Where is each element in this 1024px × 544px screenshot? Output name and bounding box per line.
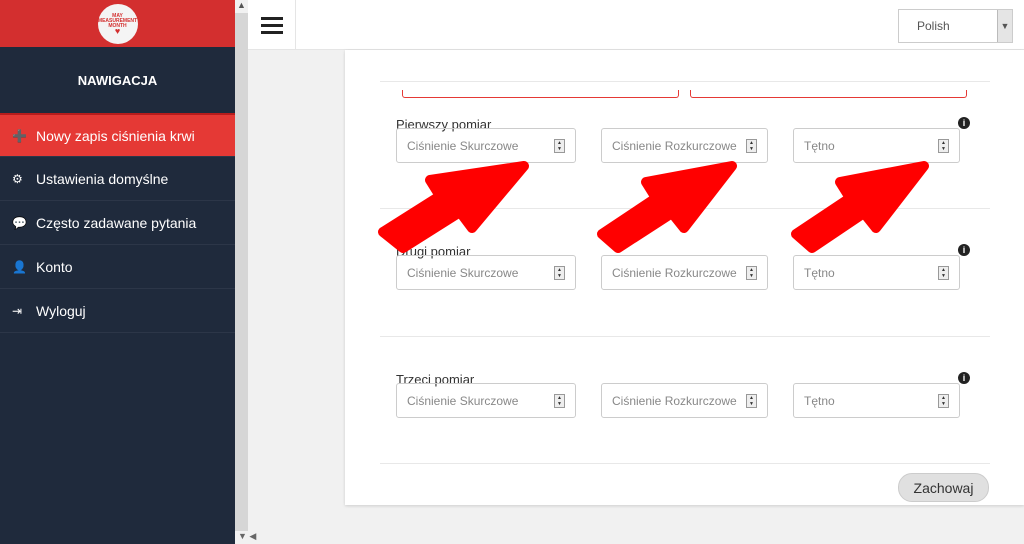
sidebar-item-label: Często zadawane pytania	[36, 214, 197, 231]
scroll-up-icon[interactable]: ▲	[235, 0, 248, 13]
nav-title: NAWIGACJA	[77, 72, 158, 88]
placeholder: Tętno	[804, 394, 835, 408]
info-icon[interactable]: i	[958, 372, 970, 384]
previous-input[interactable]	[402, 90, 679, 98]
logo[interactable]: MAY MEASUREMENT MONTH ♥	[97, 3, 138, 44]
divider	[380, 81, 990, 82]
language-value: Polish	[917, 19, 950, 33]
sidebar-item-label: Nowy zapis ciśnienia krwi	[36, 127, 195, 144]
sidebar-item-logout[interactable]: ⇥ Wyloguj	[0, 289, 235, 333]
sidebar-item-faq[interactable]: 💬 Często zadawane pytania	[0, 201, 235, 245]
save-button[interactable]: Zachowaj	[898, 473, 989, 502]
systolic-input[interactable]: Ciśnienie Skurczowe ▲ ▼	[396, 128, 576, 163]
placeholder: Ciśnienie Rozkurczowe	[612, 394, 737, 408]
spinner-icon[interactable]: ▲ ▼	[938, 394, 949, 408]
vertical-scrollbar[interactable]: ▲	[235, 0, 248, 544]
info-icon[interactable]: i	[958, 117, 970, 129]
pulse-input[interactable]: Tętno ▲ ▼	[793, 128, 960, 163]
spinner-icon[interactable]: ▲ ▼	[554, 266, 565, 280]
previous-input[interactable]	[690, 90, 967, 98]
divider	[380, 336, 990, 337]
brand-header: MAY MEASUREMENT MONTH ♥	[0, 0, 235, 47]
spinner-icon[interactable]: ▲ ▼	[746, 266, 757, 280]
sidebar-item-label: Konto	[36, 258, 73, 275]
placeholder: Ciśnienie Skurczowe	[407, 266, 519, 280]
pulse-input[interactable]: Tętno ▲ ▼	[793, 383, 960, 418]
divider	[380, 208, 990, 209]
spinner-icon[interactable]: ▲ ▼	[938, 266, 949, 280]
placeholder: Ciśnienie Skurczowe	[407, 394, 519, 408]
sidebar-item-label: Wyloguj	[36, 302, 86, 319]
divider	[380, 463, 990, 464]
gear-icon: ⚙	[12, 171, 23, 186]
placeholder: Ciśnienie Rozkurczowe	[612, 266, 737, 280]
info-icon[interactable]: i	[958, 244, 970, 256]
systolic-input[interactable]: Ciśnienie Skurczowe ▲ ▼	[396, 383, 576, 418]
sidebar-item-label: Ustawienia domyślne	[36, 170, 169, 187]
sidebar-item-new-record[interactable]: ➕ Nowy zapis ciśnienia krwi	[0, 113, 235, 157]
measurement-form: Pierwszy pomiar i Ciśnienie Skurczowe ▲ ▼ …	[345, 50, 1024, 505]
diastolic-input[interactable]: Ciśnienie Rozkurczowe ▲ ▼	[601, 383, 768, 418]
spinner-icon[interactable]: ▲ ▼	[938, 139, 949, 153]
placeholder: Tętno	[804, 139, 835, 153]
chevron-down-icon[interactable]: ▼	[997, 10, 1012, 42]
plus-square-icon: ➕	[12, 128, 27, 143]
placeholder: Tętno	[804, 266, 835, 280]
placeholder: Ciśnienie Skurczowe	[407, 139, 519, 153]
spinner-icon[interactable]: ▲ ▼	[746, 139, 757, 153]
spinner-icon[interactable]: ▲ ▼	[746, 394, 757, 408]
comment-icon: 💬	[12, 215, 27, 230]
sidebar-item-defaults[interactable]: ⚙ Ustawienia domyślne	[0, 157, 235, 201]
horizontal-scrollbar[interactable]: ▼ ◀	[235, 531, 1024, 544]
diastolic-input[interactable]: Ciśnienie Rozkurczowe ▲ ▼	[601, 255, 768, 290]
sidebar: MAY MEASUREMENT MONTH ♥ NAWIGACJA ➕ Nowy zap…	[0, 0, 235, 544]
top-bar: Polish ▼	[248, 0, 1024, 50]
spinner-icon[interactable]: ▲ ▼	[554, 139, 565, 153]
systolic-input[interactable]: Ciśnienie Skurczowe ▲ ▼	[396, 255, 576, 290]
sidebar-item-account[interactable]: 👤 Konto	[0, 245, 235, 289]
user-icon: 👤	[12, 259, 27, 274]
pulse-input[interactable]: Tętno ▲ ▼	[793, 255, 960, 290]
sign-out-icon: ⇥	[12, 303, 23, 318]
language-select[interactable]: Polish ▼	[898, 9, 1013, 43]
spinner-icon[interactable]: ▲ ▼	[554, 394, 565, 408]
hamburger-menu-icon[interactable]	[248, 0, 296, 50]
placeholder: Ciśnienie Rozkurczowe	[612, 139, 737, 153]
diastolic-input[interactable]: Ciśnienie Rozkurczowe ▲ ▼	[601, 128, 768, 163]
